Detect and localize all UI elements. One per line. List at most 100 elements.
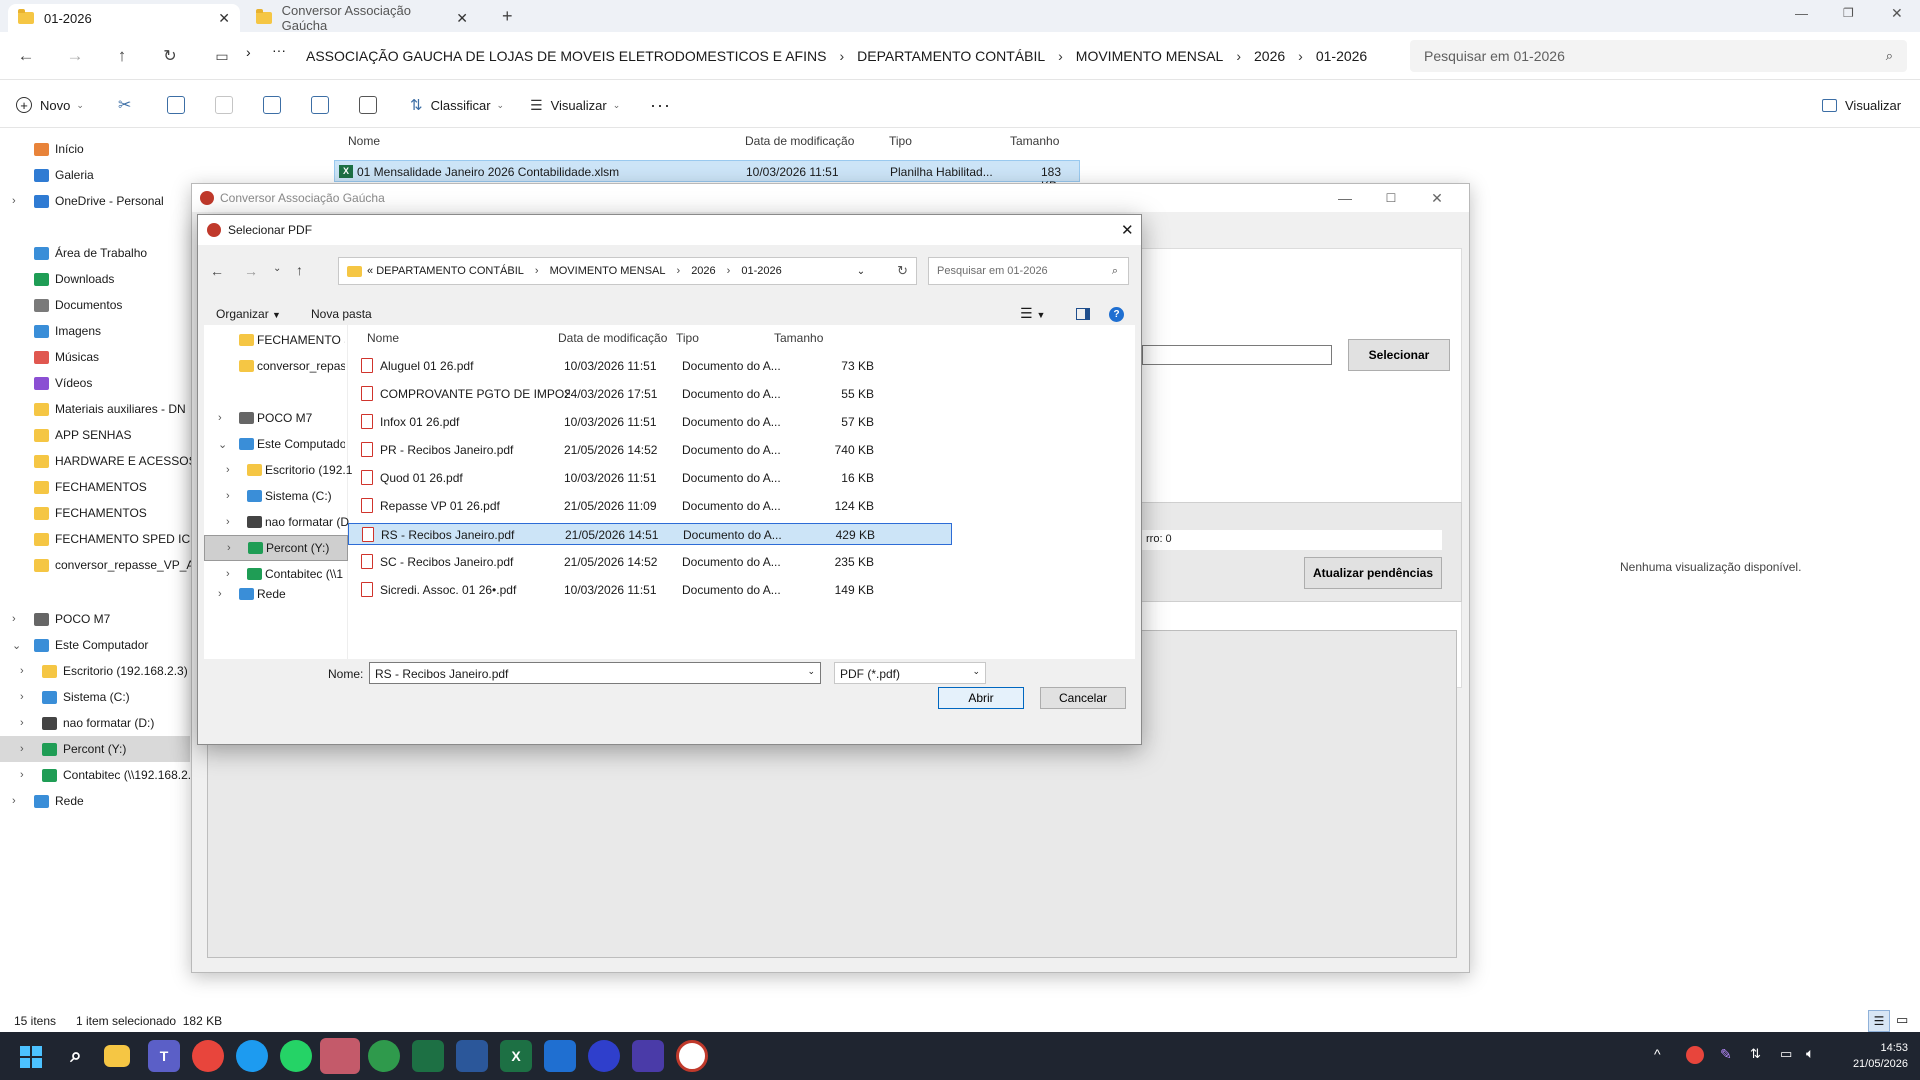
chevron-icon[interactable]: › — [20, 743, 24, 755]
file-path-input[interactable] — [1142, 345, 1332, 365]
column-size[interactable]: Tamanho — [1010, 134, 1059, 148]
chevron-icon[interactable]: › — [20, 665, 24, 677]
chevron-icon[interactable]: › — [227, 542, 231, 554]
sidebar-item[interactable]: Vídeos — [0, 370, 190, 396]
tiles-view-icon[interactable]: ▭ — [1896, 1012, 1908, 1028]
breadcrumb-item[interactable]: DEPARTAMENTO CONTÁBIL — [857, 48, 1045, 64]
sort-button[interactable]: ⇅ Classificar ⌄ — [410, 93, 504, 117]
breadcrumb-item[interactable]: 01-2026 — [741, 265, 781, 277]
clock[interactable]: 14:53 21/05/2026 — [1838, 1040, 1908, 1072]
sidebar-item[interactable]: › POCO M7 — [0, 606, 190, 632]
close-icon[interactable]: ✕ — [456, 10, 468, 27]
file-row[interactable]: COMPROVANTE PGTO DE IMPOSTO 01-2...24/03… — [348, 383, 952, 405]
details-view-icon[interactable]: ☰ — [1868, 1010, 1890, 1032]
dialog-nav-item[interactable]: › POCO M7 — [204, 405, 348, 431]
new-folder-button[interactable]: Nova pasta — [311, 307, 372, 321]
dialog-nav-item[interactable]: › Percont (Y:) — [204, 535, 348, 561]
dialog-nav-item[interactable]: ⌄ Este Computador — [204, 431, 348, 457]
chevron-icon[interactable]: ⌄ — [12, 639, 21, 652]
search-icon[interactable]: ⌕ — [60, 1040, 92, 1072]
whatsapp-icon[interactable] — [280, 1040, 312, 1072]
recent-locations-icon[interactable]: ⌄ — [273, 263, 281, 274]
paste-icon[interactable] — [215, 96, 233, 114]
network-icon[interactable]: ⇅ — [1750, 1046, 1761, 1062]
file-row[interactable]: Repasse VP 01 26.pdf 21/05/2026 11:09 Docu… — [348, 495, 952, 517]
cut-icon[interactable]: ✂ — [118, 93, 131, 117]
file-row[interactable]: SC - Recibos Janeiro.pdf 21/05/2026 14:52… — [348, 551, 952, 573]
up-icon[interactable]: ↑ — [296, 262, 303, 278]
app-icon[interactable] — [588, 1040, 620, 1072]
sidebar-item[interactable]: › Escritorio (192.168.2.3) — [0, 658, 190, 684]
chevron-icon[interactable]: › — [226, 568, 230, 580]
app-icon[interactable] — [320, 1038, 360, 1074]
column-modified[interactable]: Data de modificação — [558, 331, 667, 345]
chevron-icon[interactable]: › — [12, 613, 16, 625]
chevron-icon[interactable]: › — [226, 490, 230, 502]
file-type-filter[interactable]: PDF (*.pdf) ⌄ — [834, 662, 986, 684]
minimize-icon[interactable]: — — [1795, 6, 1808, 21]
close-window-icon[interactable]: ✕ — [1891, 5, 1903, 22]
sidebar-item[interactable]: › OneDrive - Personal — [0, 188, 190, 214]
breadcrumb-item[interactable]: MOVIMENTO MENSAL — [1076, 48, 1224, 64]
breadcrumb-item[interactable]: 01-2026 — [1316, 48, 1367, 64]
breadcrumb-item[interactable]: MOVIMENTO MENSAL — [550, 265, 666, 277]
sidebar-item[interactable]: Área de Trabalho — [0, 240, 190, 266]
help-icon[interactable]: ? — [1109, 307, 1124, 322]
start-icon[interactable] — [20, 1046, 42, 1068]
new-button[interactable]: + Novo ⌄ — [16, 93, 84, 117]
sidebar-item[interactable]: APP SENHAS — [0, 422, 190, 448]
chevron-icon[interactable]: › — [218, 588, 222, 600]
dialog-breadcrumb[interactable]: « DEPARTAMENTO CONTÁBIL › MOVIMENTO MENSA… — [338, 257, 917, 285]
monitor-icon[interactable]: ▭ — [210, 44, 234, 68]
share-icon[interactable] — [311, 96, 329, 114]
sidebar-item[interactable]: Músicas — [0, 344, 190, 370]
forward-icon[interactable]: → — [63, 44, 87, 68]
chevron-icon[interactable]: › — [12, 195, 16, 207]
back-icon[interactable]: ← — [14, 44, 38, 68]
more-icon[interactable]: ··· — [272, 42, 286, 58]
sidebar-item[interactable]: › Rede — [0, 788, 190, 814]
organize-button[interactable]: Organizar ▼ — [216, 307, 281, 321]
breadcrumb-item[interactable]: DEPARTAMENTO CONTÁBIL — [376, 265, 524, 277]
file-row[interactable]: RS - Recibos Janeiro.pdf 21/05/2026 14:51… — [348, 523, 952, 545]
close-icon[interactable]: ✕ — [218, 10, 230, 27]
dialog-nav-item[interactable]: › Escritorio (192.1 — [204, 457, 352, 483]
breadcrumb-item[interactable]: 2026 — [1254, 48, 1285, 64]
sidebar-item[interactable]: FECHAMENTO SPED ICMS — [0, 526, 208, 552]
sidebar-item[interactable]: FECHAMENTOS — [0, 474, 190, 500]
sidebar-item[interactable]: › Sistema (C:) — [0, 684, 190, 710]
chevron-down-icon[interactable]: ⌄ — [857, 266, 865, 277]
chevron-icon[interactable]: › — [218, 412, 222, 424]
chrome-icon[interactable] — [192, 1040, 224, 1072]
column-type[interactable]: Tipo — [889, 134, 912, 148]
view-options-icon[interactable]: ☰ ▼ — [1020, 305, 1045, 322]
restore-icon[interactable]: ❐ — [1843, 6, 1854, 20]
maximize-icon[interactable]: ☐ — [1368, 184, 1414, 212]
chevron-icon[interactable]: › — [226, 464, 230, 476]
minimize-icon[interactable]: — — [1322, 184, 1368, 212]
table-row[interactable]: X 01 Mensalidade Janeiro 2026 Contabilid… — [334, 160, 1080, 193]
file-row[interactable]: PR - Recibos Janeiro.pdf 21/05/2026 14:52… — [348, 439, 952, 461]
new-tab-icon[interactable]: + — [502, 6, 513, 27]
delete-icon[interactable] — [359, 96, 377, 114]
breadcrumb-item[interactable]: 2026 — [691, 265, 715, 277]
close-icon[interactable]: ✕ — [1121, 221, 1134, 239]
sidebar-item[interactable]: Materiais auxiliares - DN — [0, 396, 190, 422]
copy-icon[interactable] — [167, 96, 185, 114]
calculator-icon[interactable] — [412, 1040, 444, 1072]
file-row[interactable]: Infox 01 26.pdf 10/03/2026 11:51 Documento… — [348, 411, 952, 433]
column-name[interactable]: Nome — [367, 331, 399, 345]
pen-icon[interactable]: ✎ — [1720, 1046, 1732, 1063]
breadcrumb-overflow[interactable]: « — [367, 265, 373, 277]
file-row[interactable]: Aluguel 01 26.pdf 10/03/2026 11:51 Documen… — [348, 355, 952, 377]
breadcrumb[interactable]: ASSOCIAÇÃO GAUCHA DE LOJAS DE MOVEIS ELE… — [296, 40, 1402, 72]
tab-01-2026[interactable]: 01-2026 ✕ — [8, 4, 240, 32]
chevron-icon[interactable]: › — [20, 691, 24, 703]
update-pending-button[interactable]: Atualizar pendências — [1304, 557, 1442, 589]
display-icon[interactable]: ▭ — [1780, 1046, 1792, 1062]
chrome-profile-icon[interactable] — [368, 1040, 400, 1072]
search-input[interactable]: Pesquisar em 01-2026 ⌕ — [1410, 40, 1907, 72]
view-button[interactable]: ☰ Visualizar ⌄ — [530, 93, 620, 117]
volume-icon[interactable]: 🔈︎ — [1806, 1045, 1814, 1062]
dialog-search-input[interactable]: Pesquisar em 01-2026 ⌕ — [928, 257, 1129, 285]
